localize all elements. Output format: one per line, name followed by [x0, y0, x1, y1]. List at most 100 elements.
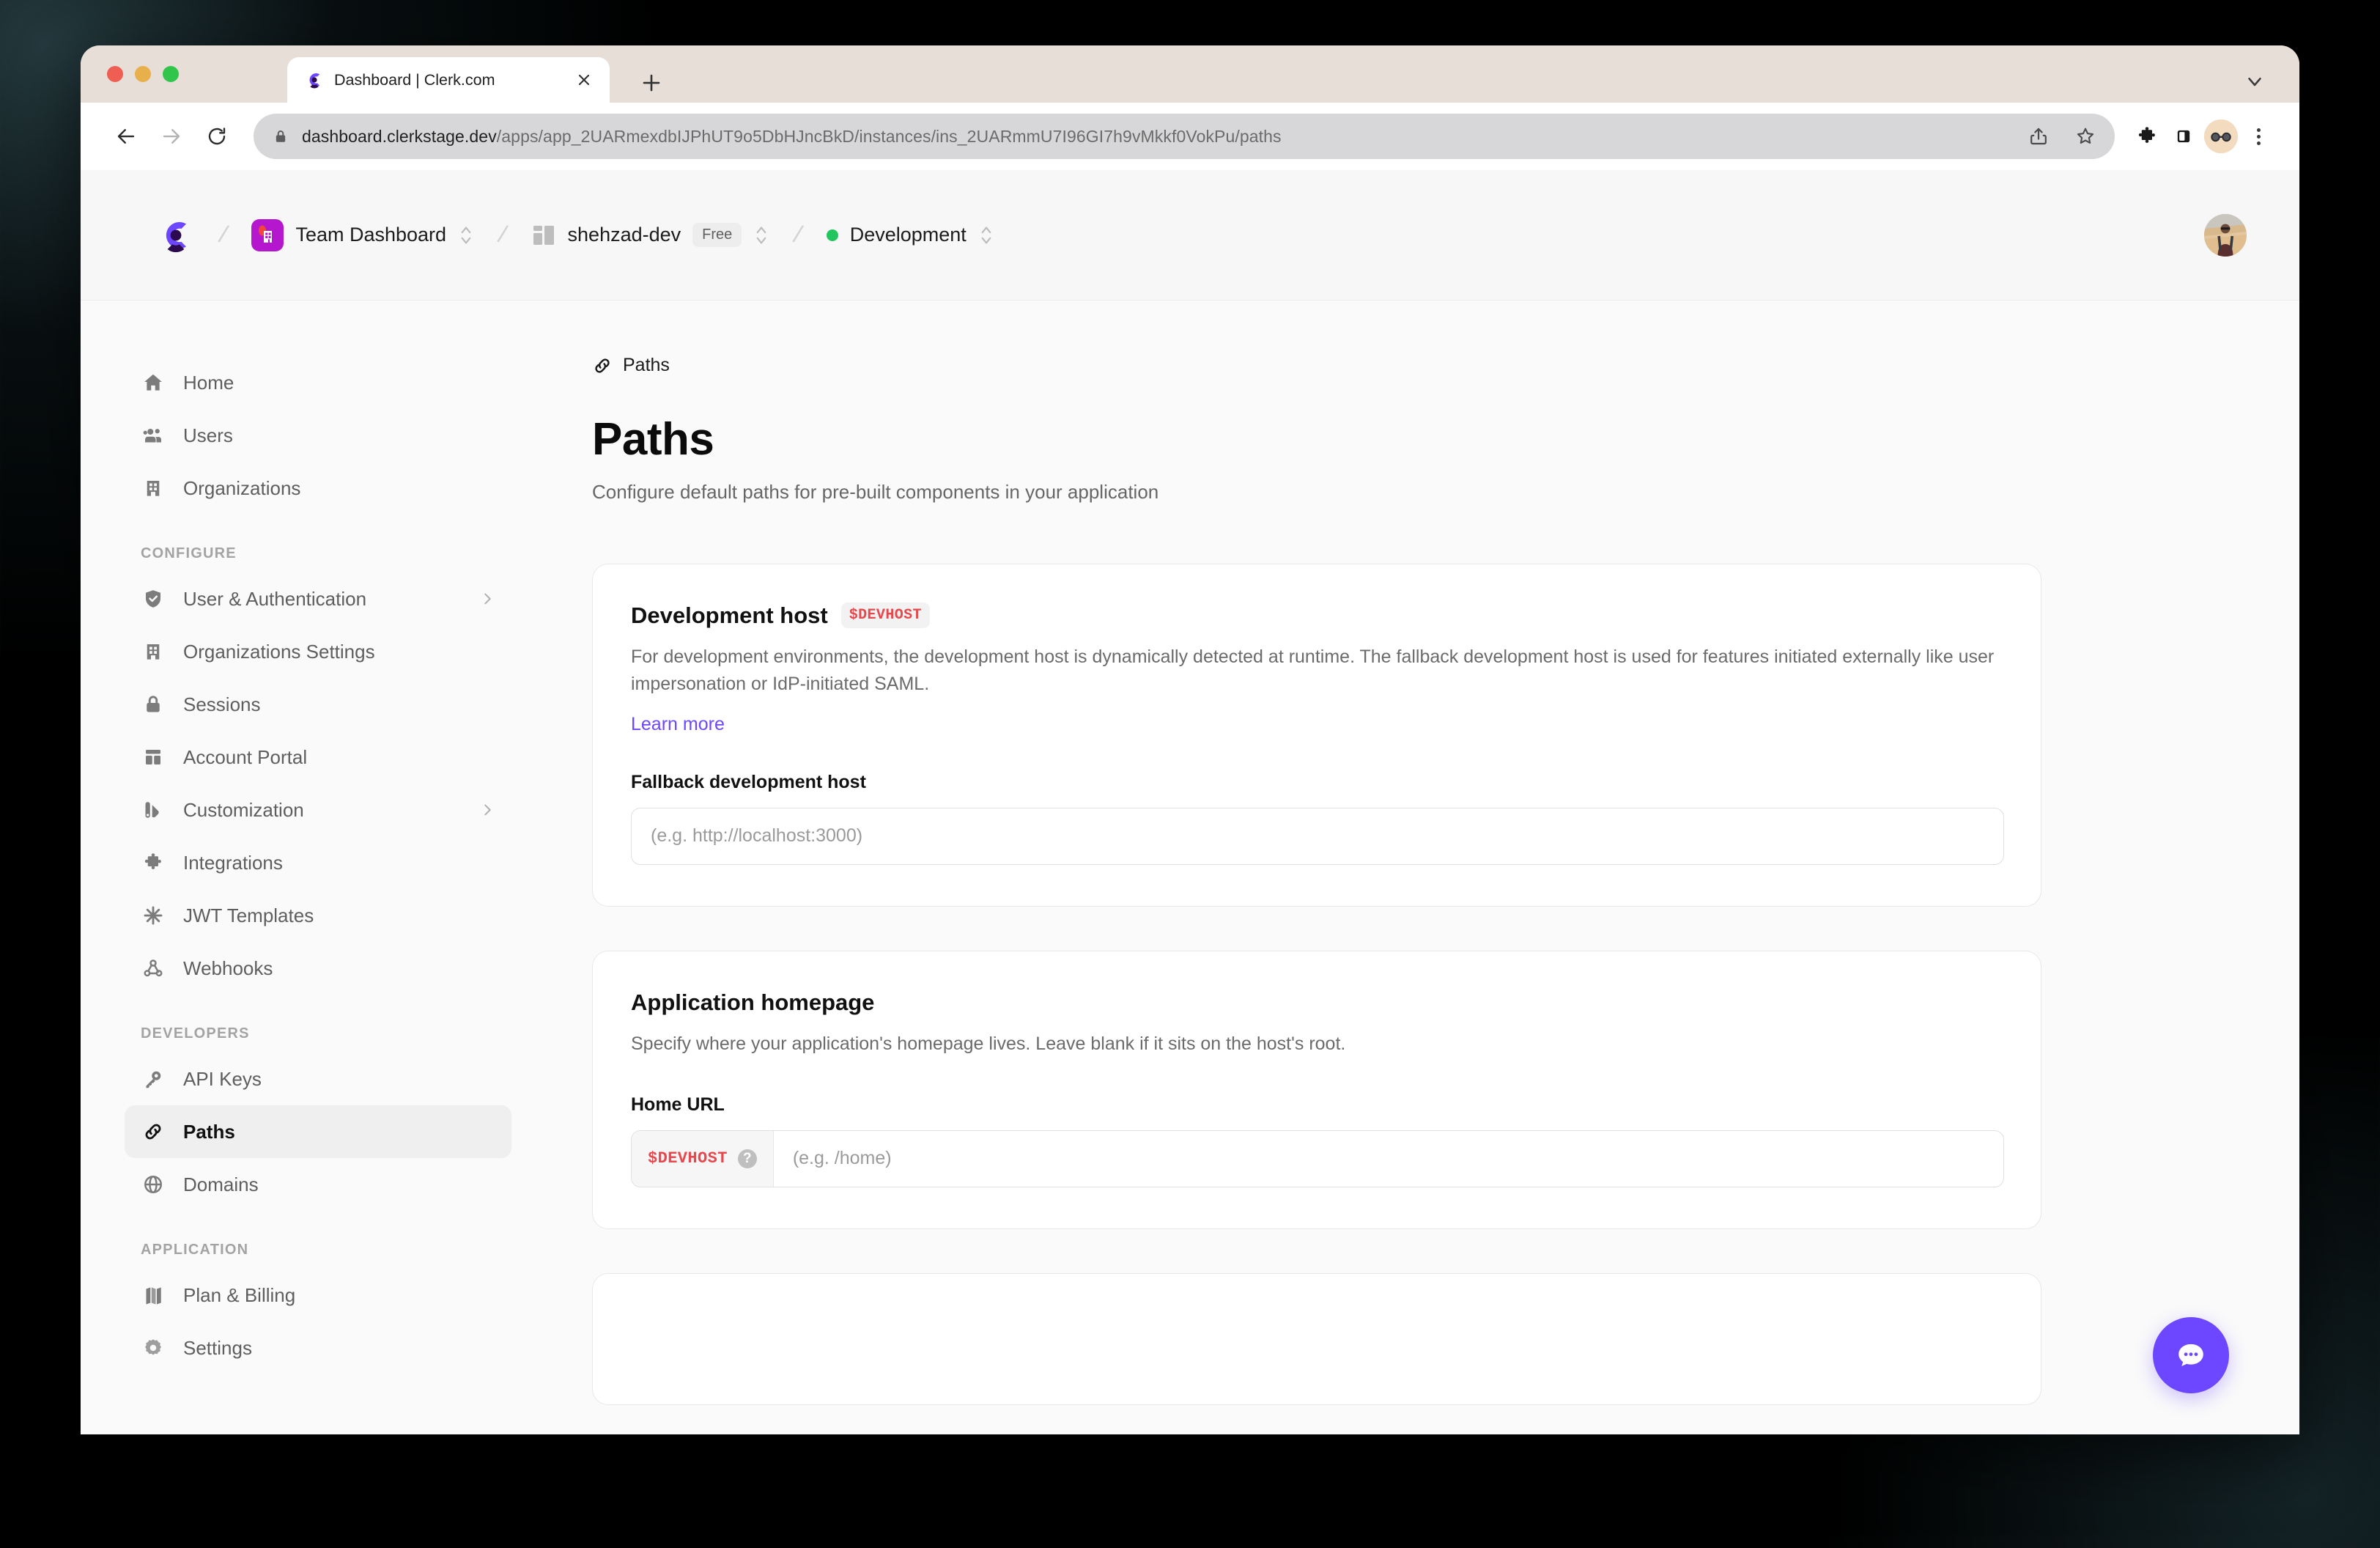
sidebar-item-label: Webhooks — [183, 957, 273, 979]
sidebar-section-configure: CONFIGURE — [141, 545, 237, 561]
sidebar-item-webhooks[interactable]: Webhooks — [125, 942, 511, 995]
sidebar-item-label: User & Authentication — [183, 587, 367, 610]
url-path: /apps/app_2UARmexdbIJPhUT9o5DbHJncBkD/in… — [496, 126, 1282, 146]
sidebar-item-label: Organizations Settings — [183, 640, 375, 663]
window-traffic-lights — [107, 66, 179, 82]
sidebar-item-organizations-settings[interactable]: Organizations Settings — [125, 625, 511, 678]
sidebar-item-label: Sessions — [183, 693, 261, 715]
sidebar-item-label: Plan & Billing — [183, 1283, 296, 1306]
building-icon — [141, 476, 166, 501]
sidebar-item-label: Integrations — [183, 851, 283, 874]
sidebar-item-integrations[interactable]: Integrations — [125, 836, 511, 889]
star-icon[interactable] — [2069, 120, 2102, 152]
reload-icon[interactable] — [196, 116, 237, 157]
share-icon[interactable] — [2022, 120, 2055, 152]
chevron-down-icon[interactable] — [2244, 70, 2266, 92]
breadcrumb-item-organization[interactable]: Team Dashboard — [251, 218, 474, 251]
sidebar-item-customization[interactable]: Customization — [125, 784, 511, 836]
sidebar-item-settings[interactable]: Settings — [125, 1322, 511, 1374]
kebab-menu-icon[interactable] — [2242, 120, 2274, 152]
sidebar-item-label: Organizations — [183, 476, 301, 499]
breadcrumb-separator: / — [495, 220, 510, 249]
key-icon — [141, 1066, 166, 1091]
chevron-up-down-icon[interactable] — [458, 223, 474, 248]
maximize-window-button[interactable] — [163, 66, 179, 82]
chevron-right-icon[interactable] — [479, 802, 495, 818]
close-window-button[interactable] — [107, 66, 123, 82]
clerk-logo-icon[interactable] — [157, 216, 195, 254]
browser-tab[interactable]: Dashboard | Clerk.com — [287, 57, 610, 103]
url-domain: dashboard.clerkstage.dev — [302, 126, 497, 146]
breadcrumb-separator: / — [216, 220, 231, 249]
card-application-homepage: Application homepage Specify where your … — [592, 950, 2041, 1229]
sidebar-item-users[interactable]: Users — [125, 409, 511, 462]
card-header: Application homepage — [631, 989, 2003, 1016]
page-breadcrumb: Paths — [592, 355, 2299, 376]
sidebar-navigation: Home Users Organizations CONFIGURE User … — [81, 301, 547, 1434]
url-text: dashboard.clerkstage.dev/apps/app_2UARme… — [302, 127, 1282, 147]
sidebar-item-sessions[interactable]: Sessions — [125, 678, 511, 731]
asterisk-icon — [141, 903, 166, 928]
devhost-token: $DEVHOST — [648, 1149, 728, 1168]
billing-icon — [141, 1283, 166, 1308]
back-arrow-icon[interactable] — [106, 116, 147, 157]
sidebar-item-domains[interactable]: Domains — [125, 1158, 511, 1211]
card-development-host: Development host $DEVHOST For developmen… — [592, 563, 2041, 907]
sidebar-item-label: Account Portal — [183, 745, 308, 768]
breadcrumb-separator: / — [791, 220, 805, 249]
building-icon — [141, 639, 166, 664]
help-icon[interactable]: ? — [737, 1149, 757, 1168]
sidebar-item-paths[interactable]: Paths — [125, 1105, 511, 1158]
browser-window: Dashboard | Clerk.com dashboard.clerksta… — [81, 45, 2299, 1434]
sidebar-item-api-keys[interactable]: API Keys — [125, 1053, 511, 1105]
plus-icon[interactable] — [638, 69, 665, 97]
breadcrumb-application-label: shehzad-dev — [567, 224, 681, 246]
page-breadcrumb-label: Paths — [623, 355, 670, 375]
link-icon — [141, 1119, 166, 1144]
browser-toolbar: dashboard.clerkstage.dev/apps/app_2UARme… — [81, 103, 2299, 170]
fallback-development-host-input[interactable]: (e.g. http://localhost:3000) — [631, 807, 2004, 865]
chevron-up-down-icon[interactable] — [978, 223, 994, 248]
card-partial-next — [592, 1272, 2041, 1405]
plan-badge: Free — [692, 223, 742, 247]
minimize-window-button[interactable] — [135, 66, 151, 82]
breadcrumb-item-application[interactable]: shehzad-dev Free — [531, 223, 770, 248]
chat-support-button[interactable] — [2153, 1317, 2229, 1393]
user-avatar[interactable] — [2204, 213, 2247, 257]
breadcrumb-item-environment[interactable]: Development — [826, 223, 994, 248]
sidebar-item-home[interactable]: Home — [125, 356, 511, 409]
chevron-up-down-icon[interactable] — [753, 223, 769, 248]
address-bar[interactable]: dashboard.clerkstage.dev/apps/app_2UARme… — [254, 114, 2115, 159]
sidebar-item-plan-billing[interactable]: Plan & Billing — [125, 1269, 511, 1322]
card-header: Development host $DEVHOST — [631, 602, 2003, 629]
puzzle-icon — [141, 850, 166, 875]
organization-avatar-icon — [251, 218, 284, 251]
sidebar-item-user-authentication[interactable]: User & Authentication — [125, 572, 511, 625]
learn-more-link[interactable]: Learn more — [631, 714, 725, 735]
webhook-icon — [141, 956, 166, 981]
side-panel-icon[interactable] — [2168, 120, 2200, 152]
card-description: Specify where your application's homepag… — [631, 1033, 1346, 1054]
layout-icon — [141, 745, 166, 770]
sidebar-item-label: Customization — [183, 798, 304, 821]
sidebar-item-label: JWT Templates — [183, 904, 314, 926]
sidebar-item-label: Paths — [183, 1120, 235, 1143]
forward-arrow-icon[interactable] — [151, 116, 192, 157]
home-url-input[interactable]: $DEVHOST ? (e.g. /home) — [631, 1129, 2004, 1187]
puzzle-icon[interactable] — [2131, 120, 2163, 152]
input-prefix-devhost: $DEVHOST ? — [632, 1130, 774, 1187]
profile-avatar[interactable] — [2204, 119, 2238, 153]
page-viewport: / Team Dashboard / shehzad-dev Free / De… — [81, 170, 2299, 1434]
page-subtitle: Configure default paths for pre-built co… — [592, 480, 1159, 503]
chevron-right-icon[interactable] — [479, 591, 495, 607]
card-title: Application homepage — [631, 989, 875, 1015]
sidebar-item-jwt-templates[interactable]: JWT Templates — [125, 889, 511, 942]
sidebar-item-account-portal[interactable]: Account Portal — [125, 731, 511, 784]
sidebar-item-organizations[interactable]: Organizations — [125, 462, 511, 515]
home-icon — [141, 370, 166, 395]
shield-check-icon — [141, 586, 166, 611]
link-icon — [592, 355, 613, 376]
close-icon[interactable] — [573, 69, 595, 91]
tab-title: Dashboard | Clerk.com — [334, 70, 495, 89]
page-title: Paths — [592, 414, 714, 465]
